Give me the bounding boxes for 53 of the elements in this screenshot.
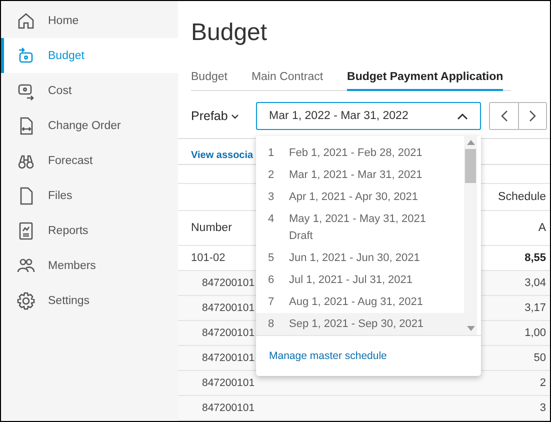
scrollbar[interactable] bbox=[464, 136, 477, 335]
caret-icon bbox=[230, 114, 239, 118]
table-cell: 3,17 bbox=[524, 302, 546, 314]
table-cell: 847200101 bbox=[202, 402, 255, 414]
manage-schedule-link[interactable]: Manage master schedule bbox=[269, 350, 387, 362]
column-header: A bbox=[538, 222, 546, 234]
period-select[interactable]: Mar 1, 2022 - Mar 31, 2022 bbox=[256, 102, 481, 130]
column-group-header: Schedule bbox=[498, 191, 546, 203]
menu-item[interactable]: 8 Sep 1, 2021 - Sep 30, 2021 bbox=[256, 313, 464, 335]
table-cell: 2 bbox=[540, 377, 546, 389]
sidebar-item[interactable]: Settings bbox=[1, 283, 178, 318]
chevron-icon bbox=[457, 112, 468, 120]
menu-item[interactable]: 6 Jul 1, 2021 - Jul 31, 2021 bbox=[256, 269, 464, 291]
table-cell: 1,00 bbox=[524, 327, 546, 339]
menu-item[interactable]: 1 Feb 1, 2021 - Feb 28, 2021 bbox=[256, 142, 464, 164]
menu-item[interactable]: 5 Jun 1, 2021 - Jun 30, 2021 bbox=[256, 247, 464, 269]
table-row[interactable]: 847200101 3 bbox=[178, 396, 550, 421]
table-cell: 101-02 bbox=[191, 252, 226, 264]
table-cell: 847200101 bbox=[202, 302, 255, 314]
next-button[interactable] bbox=[518, 103, 546, 129]
scroll-up-icon[interactable] bbox=[466, 140, 474, 145]
chevron-left-icon bbox=[500, 110, 508, 122]
tab[interactable]: Budget Payment Application bbox=[347, 67, 504, 91]
sidebar-item[interactable]: Forecast bbox=[1, 143, 178, 178]
scroll-down-icon[interactable] bbox=[466, 326, 474, 331]
table-cell: 3,04 bbox=[524, 277, 546, 289]
filter-dropdown[interactable]: Prefab bbox=[191, 109, 256, 123]
table-cell: 50 bbox=[534, 352, 546, 364]
sidebar-item[interactable]: Change Order bbox=[1, 108, 178, 143]
sidebar-item[interactable]: Files bbox=[1, 178, 178, 213]
sidebar-item[interactable]: Home bbox=[1, 3, 178, 38]
sidebar-item[interactable]: Members bbox=[1, 248, 178, 283]
table-cell: 847200101 bbox=[202, 327, 255, 339]
table-cell: 847200101 bbox=[202, 277, 255, 289]
table-cell: 8,55 bbox=[524, 252, 546, 264]
tab[interactable]: Budget bbox=[191, 67, 228, 91]
table-cell: 3 bbox=[540, 402, 546, 414]
menu-item[interactable]: 3 Apr 1, 2021 - Apr 30, 2021 bbox=[256, 186, 464, 208]
menu-item[interactable]: 7 Aug 1, 2021 - Aug 31, 2021 bbox=[256, 291, 464, 313]
view-link[interactable]: View associa bbox=[191, 150, 254, 161]
tab[interactable]: Main Contract bbox=[251, 67, 324, 91]
table-cell: 847200101 bbox=[202, 377, 255, 389]
sidebar-item[interactable]: Cost bbox=[1, 73, 178, 108]
menu-item[interactable]: 4 May 1, 2021 - May 31, 2021 Draft bbox=[256, 208, 464, 247]
chevron-right-icon bbox=[529, 110, 536, 122]
settings-icon bbox=[16, 290, 36, 310]
table-cell: 847200101 bbox=[202, 352, 255, 364]
column-header: Number bbox=[191, 222, 232, 234]
sidebar-item[interactable]: Reports bbox=[1, 213, 178, 248]
page-title: Budget bbox=[190, 18, 268, 48]
home-icon bbox=[16, 10, 36, 30]
scrollbar-thumb[interactable] bbox=[465, 149, 476, 183]
menu-item[interactable]: 2 Mar 1, 2021 - Mar 31, 2021 bbox=[256, 164, 464, 186]
